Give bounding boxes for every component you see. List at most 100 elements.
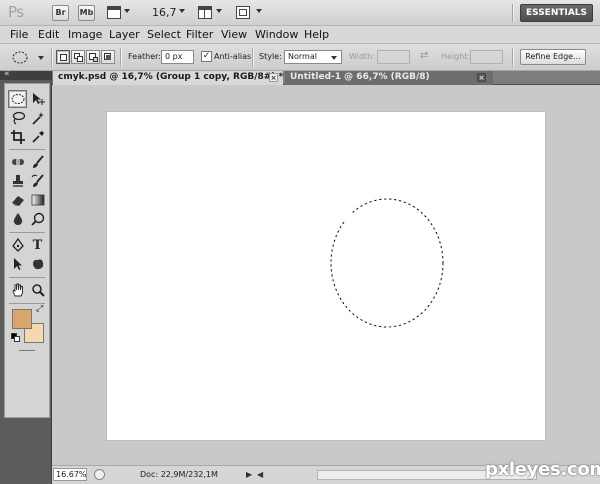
magic-wand-tool[interactable]: [28, 109, 47, 127]
history-brush-tool[interactable]: [28, 172, 47, 190]
document-size-info: Doc: 22,9M/232,1M: [140, 470, 218, 479]
water-drop-icon: [13, 213, 22, 225]
width-input[interactable]: [377, 50, 410, 64]
tab-cmyk-psd[interactable]: cmyk.psd @ 16,7% (Group 1 copy, RGB/8#) …: [53, 71, 283, 85]
menu-select[interactable]: Select: [147, 28, 181, 41]
menu-help[interactable]: Help: [304, 28, 329, 41]
menu-image[interactable]: Image: [68, 28, 102, 41]
divider: [9, 149, 45, 150]
gradient-tool[interactable]: [28, 191, 47, 209]
style-label: Style:: [259, 52, 282, 61]
type-tool[interactable]: T: [28, 236, 47, 254]
menu-layer[interactable]: Layer: [109, 28, 140, 41]
anti-alias-checkbox[interactable]: ✓: [201, 51, 212, 62]
crop-tool[interactable]: [8, 128, 27, 146]
document-canvas[interactable]: [107, 112, 545, 440]
bandage-icon: [11, 159, 24, 165]
tools-grid: T ⤢: [4, 83, 50, 418]
menu-filter[interactable]: Filter: [186, 28, 213, 41]
close-icon[interactable]: ×: [477, 73, 486, 82]
quick-mask-button[interactable]: [19, 350, 35, 351]
refine-edge-button[interactable]: Refine Edge...: [520, 49, 586, 65]
add-to-selection-mode-button[interactable]: [71, 50, 85, 64]
path-arrow-icon: [13, 258, 22, 270]
blur-tool[interactable]: [8, 210, 27, 228]
workspace-essentials-button[interactable]: ESSENTIALS: [520, 4, 593, 22]
divider: [9, 232, 45, 233]
tools-panel-header[interactable]: «: [0, 69, 52, 80]
intersect-selection-mode-button[interactable]: [101, 50, 115, 64]
clone-stamp-tool[interactable]: [8, 172, 27, 190]
application-bar: Ps Br Mb 16,7 ESSENTIALS: [0, 0, 600, 26]
tab-title: cmyk.psd @ 16,7% (Group 1 copy, RGB/8#) …: [58, 72, 284, 82]
divider: [120, 48, 122, 67]
tools-panel: « T ⤢: [0, 69, 52, 484]
lasso-tool[interactable]: [8, 109, 27, 127]
gradient-icon: [31, 194, 44, 206]
elliptical-marquee-icon: [12, 51, 44, 64]
arrange-documents-icon[interactable]: [198, 6, 212, 19]
pen-tool[interactable]: [8, 236, 27, 254]
stamp-icon: [12, 175, 23, 187]
view-extras-icon[interactable]: [107, 6, 121, 19]
status-zoom-field[interactable]: 16.67%: [53, 468, 87, 481]
menu-view[interactable]: View: [221, 28, 247, 41]
default-colors-icon: [14, 336, 20, 342]
swap-dimensions-icon[interactable]: ⇄: [420, 50, 428, 61]
chevron-down-icon[interactable]: [179, 9, 185, 13]
hand-tool[interactable]: [8, 281, 27, 299]
lasso-icon: [12, 111, 25, 125]
chevron-down-icon[interactable]: [256, 9, 262, 13]
zoom-level-value[interactable]: 16,7: [152, 6, 177, 19]
divider: [512, 4, 514, 22]
pxleyes-watermark: pxleyes.com: [485, 459, 600, 480]
tool-preset-picker[interactable]: [10, 49, 46, 66]
menu-edit[interactable]: Edit: [38, 28, 59, 41]
status-menu-arrow-icon[interactable]: ▶: [246, 470, 252, 479]
subtract-from-selection-mode-button[interactable]: [86, 50, 100, 64]
dodge-icon: [30, 212, 44, 226]
eyedropper-tool[interactable]: [28, 128, 47, 146]
swap-colors-icon[interactable]: ⤢: [36, 304, 43, 314]
dodge-tool[interactable]: [28, 210, 47, 228]
eraser-icon: [11, 196, 24, 206]
zoom-tool[interactable]: [28, 281, 47, 299]
path-selection-tool[interactable]: [8, 255, 27, 273]
style-select[interactable]: Normal: [284, 50, 342, 64]
scroll-left-arrow-icon[interactable]: ◀: [257, 470, 263, 479]
screen-mode-icon[interactable]: [236, 6, 250, 19]
collapse-panel-icon[interactable]: «: [4, 69, 10, 79]
tab-untitled-1[interactable]: Untitled-1 @ 66,7% (RGB/8) ×: [285, 71, 493, 85]
hand-icon: [11, 283, 23, 297]
feather-label: Feather:: [128, 52, 161, 61]
feather-input[interactable]: 0 px: [161, 50, 194, 64]
menu-window[interactable]: Window: [255, 28, 298, 41]
move-tool[interactable]: [28, 90, 47, 108]
width-label: Width:: [349, 52, 375, 61]
elliptical-marquee-tool[interactable]: [8, 90, 27, 108]
divider: [512, 48, 514, 67]
custom-shape-tool[interactable]: [28, 255, 47, 273]
brush-tool[interactable]: [28, 153, 47, 171]
height-label: Height:: [441, 52, 471, 61]
menu-bar: File Edit Image Layer Select Filter View…: [0, 26, 600, 44]
mini-bridge-button[interactable]: Mb: [78, 5, 95, 21]
chevron-down-icon: [331, 56, 337, 60]
divider: [51, 48, 53, 67]
chevron-down-icon[interactable]: [216, 9, 222, 13]
chevron-down-icon[interactable]: [124, 9, 130, 13]
anti-alias-label: Anti-alias: [214, 52, 252, 61]
shape-blob-icon: [32, 259, 43, 270]
elliptical-selection-marquee[interactable]: [107, 112, 545, 440]
photoshop-logo: Ps: [8, 3, 24, 21]
menu-file[interactable]: File: [10, 28, 28, 41]
document-workspace[interactable]: [52, 85, 600, 465]
new-selection-mode-button[interactable]: [56, 50, 70, 64]
spot-healing-tool[interactable]: [8, 153, 27, 171]
height-input[interactable]: [470, 50, 503, 64]
eraser-tool[interactable]: [8, 191, 27, 209]
close-icon[interactable]: ×: [269, 73, 278, 82]
foreground-color-swatch[interactable]: [12, 309, 32, 329]
bridge-button[interactable]: Br: [52, 5, 69, 21]
status-info-icon[interactable]: [94, 469, 105, 480]
